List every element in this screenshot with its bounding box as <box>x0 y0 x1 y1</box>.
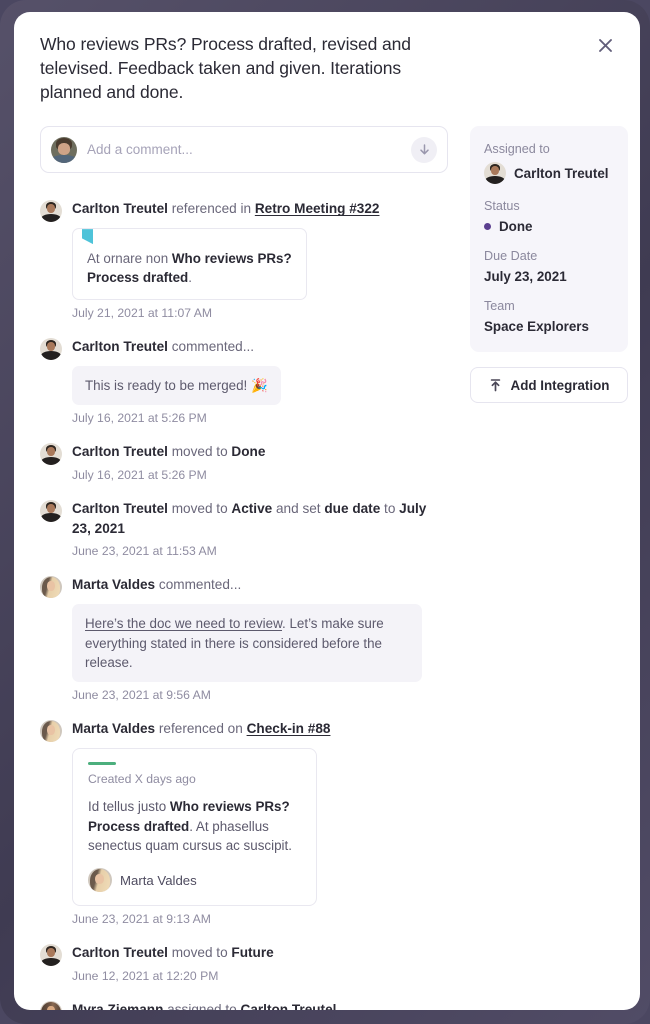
referenced-card[interactable]: Created X days ago Id tellus justo Who r… <box>72 748 317 907</box>
corner-flag-icon <box>82 229 93 245</box>
doc-link[interactable]: Here’s the doc we need to review <box>85 616 282 631</box>
field-assigned-to: Assigned to Carlton Treutel <box>484 142 614 185</box>
reference-link[interactable]: Retro Meeting #322 <box>255 201 380 216</box>
close-glyph <box>598 38 612 52</box>
avatar <box>40 500 62 523</box>
status-badge[interactable]: Done <box>484 219 614 234</box>
list-item: Marta Valdes referenced on Check-in #88 … <box>40 719 448 926</box>
card-author: Marta Valdes <box>88 868 301 893</box>
list-item: Myra Ziemann assigned to Carlton Treutel… <box>40 1000 448 1010</box>
window-frame: Who reviews PRs? Process drafted, revise… <box>0 0 650 1024</box>
list-item: Carlton Treutel moved to Done July 16, 2… <box>40 442 448 482</box>
activity-text: Carlton Treutel commented... <box>72 339 255 355</box>
avatar <box>40 944 62 967</box>
activity-feed: Carlton Treutel referenced in Retro Meet… <box>40 199 448 1010</box>
search-input[interactable] <box>87 142 411 158</box>
field-label: Assigned to <box>484 142 550 157</box>
card-author-name: Marta Valdes <box>120 872 197 888</box>
actor-name: Carlton Treutel <box>72 444 168 460</box>
field-due-date: Due Date July 23, 2021 <box>484 249 614 284</box>
add-integration-button[interactable]: Add Integration <box>470 367 628 404</box>
field-status: Status Done <box>484 199 614 234</box>
reference-link[interactable]: Check-in #88 <box>247 721 331 736</box>
avatar <box>40 1001 62 1010</box>
details-sidebar: Assigned to Carlton Treutel Status Done <box>470 126 628 404</box>
comment-bubble: This is ready to be merged! 🎉 <box>72 365 281 406</box>
quote-card: At ornare non Who reviews PRs? Process d… <box>72 228 307 301</box>
list-item: Carlton Treutel moved to Future June 12,… <box>40 943 448 983</box>
activity-text: Marta Valdes referenced on Check-in #88 <box>72 721 331 737</box>
field-value[interactable]: July 23, 2021 <box>484 269 614 284</box>
avatar <box>40 720 62 743</box>
actor-name: Carlton Treutel <box>72 945 168 961</box>
close-icon[interactable] <box>592 32 618 58</box>
actor-name: Carlton Treutel <box>72 501 168 517</box>
referenced-card-text: Id tellus justo Who reviews PRs? Process… <box>88 799 292 854</box>
activity-text: Marta Valdes commented... <box>72 577 242 593</box>
page-title: Who reviews PRs? Process drafted, revise… <box>40 34 411 103</box>
avatar <box>40 576 62 599</box>
activity-text: Carlton Treutel moved to Done <box>72 444 266 460</box>
status-dot-icon <box>484 223 491 231</box>
field-team: Team Space Explorers <box>484 299 614 334</box>
timestamp: June 12, 2021 at 12:20 PM <box>72 969 219 984</box>
activity-text: Carlton Treutel referenced in Retro Meet… <box>72 201 380 217</box>
timestamp: July 16, 2021 at 5:26 PM <box>72 468 207 483</box>
timestamp: July 16, 2021 at 5:26 PM <box>72 411 207 426</box>
avatar <box>40 443 62 466</box>
field-value[interactable]: Space Explorers <box>484 319 614 334</box>
list-item: Carlton Treutel referenced in Retro Meet… <box>40 199 448 320</box>
actor-name: Myra Ziemann <box>72 1002 164 1010</box>
upload-icon <box>490 379 500 392</box>
avatar <box>484 162 506 185</box>
actor-name: Carlton Treutel <box>72 201 168 217</box>
modal-body: Carlton Treutel referenced in Retro Meet… <box>14 104 640 1010</box>
list-item: Carlton Treutel commented... This is rea… <box>40 337 448 425</box>
status-bar-icon <box>88 762 116 766</box>
field-label: Team <box>484 299 515 314</box>
activity-text: Myra Ziemann assigned to Carlton Treutel <box>72 1000 448 1010</box>
comment-bubble: Here’s the doc we need to review. Let’s … <box>72 604 422 683</box>
activity-column: Carlton Treutel referenced in Retro Meet… <box>40 126 448 1010</box>
activity-text: Carlton Treutel moved to Future <box>72 945 274 961</box>
timestamp: July 21, 2021 at 11:07 AM <box>72 306 213 321</box>
field-label: Due Date <box>484 249 538 264</box>
comment-composer[interactable] <box>40 126 448 174</box>
actor-name: Marta Valdes <box>72 721 156 737</box>
arrow-down-glyph <box>419 144 429 155</box>
add-integration-label: Add Integration <box>510 377 610 393</box>
field-value[interactable]: Carlton Treutel <box>484 162 614 185</box>
task-detail-modal: Who reviews PRs? Process drafted, revise… <box>14 12 640 1010</box>
timestamp: June 23, 2021 at 11:53 AM <box>72 544 217 559</box>
timestamp: June 23, 2021 at 9:13 AM <box>72 912 211 927</box>
actor-name: Marta Valdes <box>72 577 156 593</box>
details-panel: Assigned to Carlton Treutel Status Done <box>470 126 628 353</box>
avatar <box>51 136 77 163</box>
timestamp: June 23, 2021 at 9:56 AM <box>72 688 211 703</box>
actor-name: Carlton Treutel <box>72 339 168 355</box>
arrow-down-icon[interactable] <box>411 136 437 163</box>
modal-header: Who reviews PRs? Process drafted, revise… <box>14 12 640 104</box>
avatar <box>40 200 62 223</box>
activity-text: Carlton Treutel moved to Active and set … <box>72 501 427 536</box>
created-label: Created X days ago <box>88 772 196 787</box>
avatar <box>88 868 112 893</box>
field-label: Status <box>484 199 520 214</box>
list-item: Marta Valdes commented... Here’s the doc… <box>40 575 448 702</box>
list-item: Carlton Treutel moved to Active and set … <box>40 499 448 558</box>
avatar <box>40 338 62 361</box>
quote-text: At ornare non Who reviews PRs? Process d… <box>87 251 292 286</box>
